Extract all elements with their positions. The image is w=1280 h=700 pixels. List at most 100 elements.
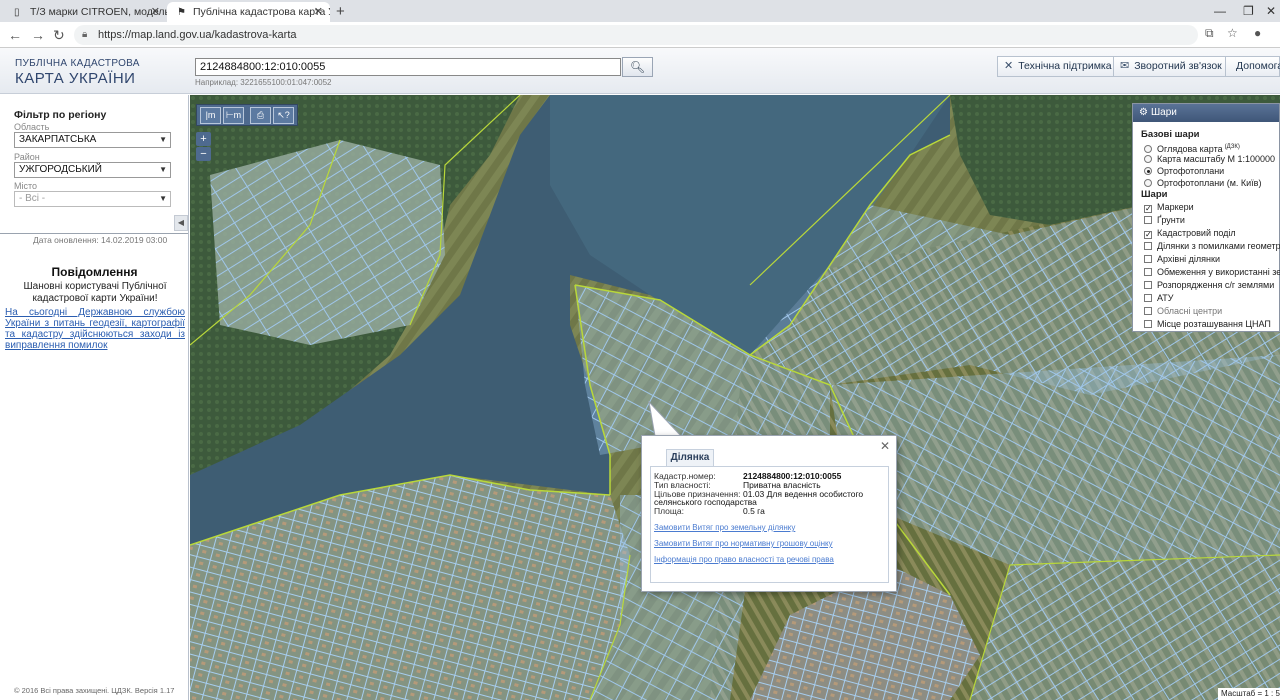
checkbox[interactable]: ✓ (1144, 205, 1152, 213)
layer-item[interactable]: Ділянки з помилками геометрії (1144, 240, 1280, 252)
base-layer-label: Ортофотоплани (м. Київ) (1157, 178, 1262, 188)
search-hint: Наприклад: 3221655100:01:047:0052 (195, 78, 332, 87)
layers-panel-header[interactable]: ⚙ Шари (1133, 104, 1279, 122)
lock-icon: 🔒︎ (82, 29, 88, 40)
layer-item[interactable]: Місце розташування ЦНАП (1144, 318, 1271, 330)
order-valuation-link[interactable]: Замовити Витяг про нормативну грошову оц… (654, 539, 833, 548)
close-tab-icon[interactable]: ✕ (314, 2, 323, 22)
zoom-in-button[interactable]: + (196, 132, 211, 146)
base-layer-option[interactable]: Ортофотоплани (1144, 165, 1224, 177)
layer-label: Кадастровий поділ (1157, 228, 1236, 238)
back-icon[interactable]: ← (8, 25, 22, 45)
collapse-sidebar-button[interactable]: ◀ (174, 215, 188, 231)
layer-label: Розпорядження с/г землями (1157, 280, 1275, 290)
restore-icon[interactable]: ❐ (1243, 2, 1254, 20)
city-select[interactable]: - Всі - ▼ (14, 191, 171, 207)
browser-tab-title: Т/З марки CITROEN, модель С 3 (30, 6, 167, 18)
url-field[interactable]: 🔒︎ https://map.land.gov.ua/kadastrova-ka… (74, 25, 1198, 45)
scale-indicator: Масштаб = 1 : 5000 (1218, 688, 1280, 700)
copyright: © 2016 Всі права захищені. ЦДЗК. Версія … (14, 686, 175, 695)
layer-label: АТУ (1157, 293, 1174, 303)
layer-label: Маркери (1157, 202, 1194, 212)
base-layer-label: Ортофотоплани (1157, 166, 1225, 176)
layer-label: Ґрунти (1157, 215, 1185, 225)
layer-item[interactable]: Розпорядження с/г землями (1144, 279, 1274, 291)
feedback-label: Зворотний зв'язок (1134, 60, 1222, 72)
close-tab-icon[interactable]: ✕ (151, 2, 160, 22)
print-button[interactable]: ⎙ (250, 107, 271, 124)
checkbox[interactable] (1144, 216, 1152, 224)
zoom-out-button[interactable]: − (196, 147, 211, 161)
layer-item[interactable]: Архівні ділянки (1144, 253, 1220, 265)
logo-title-top: ПУБЛІЧНА КАДАСТРОВА (15, 58, 140, 69)
layer-item[interactable]: ✓ Маркери (1144, 201, 1194, 213)
checkbox[interactable] (1144, 320, 1152, 328)
region-select[interactable]: ЗАКАРПАТСЬКА ▼ (14, 132, 171, 148)
close-icon[interactable]: ✕ (880, 439, 890, 453)
map-toolbar: |m ⊢m ⎙ ↖? (196, 104, 298, 126)
city-label: Місто (14, 181, 38, 191)
layer-item[interactable]: АТУ (1144, 292, 1174, 304)
radio-button[interactable] (1144, 179, 1152, 187)
new-tab-button[interactable]: + (336, 2, 345, 22)
browser-tab-title: Публічна кадастрова карта Укр (193, 6, 330, 18)
map-canvas[interactable] (190, 95, 1280, 700)
forward-icon[interactable]: → (31, 25, 45, 45)
translate-icon[interactable]: ⧉ (1205, 26, 1214, 41)
area-ruler-icon: ⊢m (225, 110, 242, 120)
measure-distance-button[interactable]: |m (200, 107, 221, 124)
browser-tab-2[interactable]: ⚑ Публічна кадастрова карта Укр ✕ (167, 2, 330, 22)
notice-text: Шановні користувачі Публічної кадастрово… (23, 281, 167, 304)
minimize-icon[interactable]: — (1214, 2, 1226, 20)
city-value: - Всі - (19, 193, 46, 204)
url-text: https://map.land.gov.ua/kadastrova-karta (98, 29, 297, 41)
wrench-icon: ✕ (1004, 60, 1014, 72)
tech-support-button[interactable]: ✕ Технічна підтримка (997, 56, 1120, 77)
feedback-button[interactable]: ✉ Зворотний зв'язок (1113, 56, 1230, 77)
checkbox[interactable] (1144, 268, 1152, 276)
measure-area-button[interactable]: ⊢m (223, 107, 244, 124)
ownership-info-link[interactable]: Інформація про право власності та речові… (654, 555, 834, 564)
checkbox[interactable] (1144, 307, 1152, 315)
envelope-icon: ✉ (1120, 60, 1130, 72)
order-extract-link[interactable]: Замовити Витяг про земельну ділянку (654, 523, 795, 532)
district-select[interactable]: УЖГОРОДСЬКИЙ ▼ (14, 162, 171, 178)
reload-icon[interactable]: ↻ (53, 25, 65, 45)
radio-button[interactable] (1144, 155, 1152, 163)
base-layer-option[interactable]: Карта масштабу М 1:100000 (1144, 153, 1275, 165)
tab-parcel[interactable]: Ділянка (666, 449, 714, 466)
divider (0, 233, 188, 234)
layer-item[interactable]: Обмеження у використанні земель (1144, 266, 1280, 278)
document-icon: ▯ (14, 7, 20, 18)
radio-button[interactable] (1144, 145, 1152, 153)
filter-title: Фільтр по регіону (14, 109, 107, 121)
checkbox[interactable] (1144, 242, 1152, 250)
gear-icon: ⚙ (1139, 107, 1148, 118)
identify-button[interactable]: ↖? (273, 107, 294, 124)
layer-item[interactable]: Ґрунти (1144, 214, 1185, 226)
layer-item[interactable]: Обласні центри (1144, 305, 1222, 317)
ruler-icon: |m (205, 110, 216, 120)
checkbox[interactable] (1144, 281, 1152, 289)
layer-label: Місце розташування ЦНАП (1157, 319, 1271, 329)
region-value: ЗАКАРПАТСЬКА (19, 134, 97, 145)
region-label: Область (14, 122, 50, 132)
cadastral-search-input[interactable] (195, 58, 621, 76)
bookmark-star-icon[interactable]: ☆ (1227, 26, 1238, 40)
chevron-left-icon: ◀ (177, 218, 185, 227)
address-bar: ← → ↻ 🔒︎ https://map.land.gov.ua/kadastr… (0, 22, 1280, 48)
layer-item[interactable]: ✓ Кадастровий поділ (1144, 227, 1236, 239)
checkbox[interactable] (1144, 294, 1152, 302)
profile-icon[interactable]: ● (1254, 26, 1261, 40)
orthophoto-map (190, 95, 1280, 700)
help-button[interactable]: Допомога (1225, 56, 1280, 77)
close-window-icon[interactable]: ✕ (1266, 2, 1276, 20)
search-button[interactable]: 🔍︎ (622, 57, 653, 77)
base-layer-option[interactable]: Ортофотоплани (м. Київ) (1144, 177, 1261, 189)
notice-link[interactable]: На сьогодні Державною службою України з … (5, 307, 185, 351)
app-header: ПУБЛІЧНА КАДАСТРОВА КАРТА УКРАЇНИ 🔍︎ Нап… (0, 48, 1280, 94)
checkbox[interactable] (1144, 255, 1152, 263)
browser-tab-1[interactable]: ▯ Т/З марки CITROEN, модель С 3 ✕ (4, 2, 167, 22)
checkbox[interactable]: ✓ (1144, 231, 1152, 239)
radio-button[interactable] (1144, 167, 1152, 175)
